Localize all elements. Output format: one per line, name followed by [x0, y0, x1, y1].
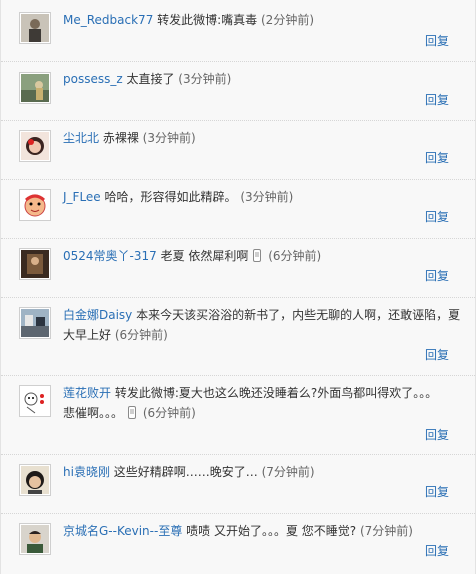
comment-user-link[interactable]: hi袁晓刚 — [63, 465, 110, 479]
avatar-photo-dark-icon — [21, 250, 49, 278]
reply-button[interactable]: 回复 — [425, 483, 449, 500]
comment-time: (3分钟前) — [138, 131, 196, 145]
reply-button[interactable]: 回复 — [425, 426, 449, 443]
reply-button[interactable]: 回复 — [425, 542, 449, 559]
list-item: hi袁晓刚 这些好精辟啊……晚安了… (7分钟前) 回复 — [1, 455, 475, 514]
avatar-photo-room-icon — [21, 309, 49, 337]
reply-button[interactable]: 回复 — [425, 267, 449, 284]
comment-time: (3分钟前) — [236, 190, 294, 204]
reply-button[interactable]: 回复 — [425, 346, 449, 363]
avatar[interactable] — [19, 248, 51, 280]
list-item: J_FLee 哈哈，形容得如此精辟。 (3分钟前) 回复 — [1, 180, 475, 239]
avatar-photo-boy-icon — [21, 466, 49, 494]
avatar-photo-street-icon — [21, 74, 49, 102]
avatar-cartoon-face-icon — [21, 191, 49, 219]
comment-text: 赤裸裸 — [99, 131, 139, 145]
avatar-photo-man-icon — [21, 525, 49, 553]
list-item: 京城名G--Kevin--至尊 啧啧 又开始了。。。夏 您不睡觉? (7分钟前)… — [1, 514, 475, 574]
comment-user-link[interactable]: 京城名G--Kevin--至尊 — [63, 524, 182, 538]
list-item: Me_Redback77 转发此微博:嘴真毒 (2分钟前) 回复 — [1, 0, 475, 62]
comment-text: 哈哈，形容得如此精辟。 — [100, 190, 237, 204]
comment-list: Me_Redback77 转发此微博:嘴真毒 (2分钟前) 回复 possess… — [0, 0, 476, 574]
avatar[interactable] — [19, 12, 51, 44]
comment-text: 这些好精辟啊……晚安了… — [109, 465, 258, 479]
comment-text: 太直接了 — [122, 72, 175, 86]
list-item: possess_z 太直接了 (3分钟前) 回复 — [1, 62, 475, 121]
avatar-photo-person-icon — [21, 14, 49, 42]
comment-text: 转发此微博:夏大也这么晚还没睡着么?外面鸟都叫得欢了。。。悲催啊。。。 — [63, 386, 438, 420]
comment-time: (6分钟前) — [264, 249, 322, 263]
avatar-photo-girl-icon — [21, 132, 49, 160]
comment-time: (3分钟前) — [174, 72, 232, 86]
comment-user-link[interactable]: 莲花败开 — [63, 386, 111, 400]
reply-button[interactable]: 回复 — [425, 91, 449, 108]
mobile-phone-icon — [128, 406, 137, 419]
comment-text: 转发此微博:嘴真毒 — [153, 13, 258, 27]
comment-time: (2分钟前) — [257, 13, 315, 27]
comment-time: (7分钟前) — [356, 524, 413, 538]
avatar-sketch-icon — [21, 387, 49, 415]
reply-button[interactable]: 回复 — [425, 32, 449, 49]
avatar[interactable] — [19, 307, 51, 339]
avatar[interactable] — [19, 523, 51, 555]
reply-button[interactable]: 回复 — [425, 149, 449, 166]
list-item: 尘北北 赤裸裸 (3分钟前) 回复 — [1, 121, 475, 180]
comment-user-link[interactable]: 白金娜Daisy — [63, 308, 132, 322]
comment-time: (6分钟前) — [111, 328, 168, 342]
mobile-phone-icon — [253, 249, 262, 262]
comment-time: (6分钟前) — [139, 406, 196, 420]
list-item: 0524常奥丫-317 老夏 依然犀利啊 (6分钟前) 回复 — [1, 239, 475, 298]
avatar[interactable] — [19, 72, 51, 104]
comment-text: 老夏 依然犀利啊 — [156, 249, 249, 263]
comment-user-link[interactable]: Me_Redback77 — [63, 13, 153, 27]
comment-text: 啧啧 又开始了。。。夏 您不睡觉? — [182, 524, 357, 538]
comment-user-link[interactable]: 0524常奥丫-317 — [63, 249, 157, 263]
avatar[interactable] — [19, 130, 51, 162]
comment-user-link[interactable]: J_FLee — [63, 190, 101, 204]
avatar[interactable] — [19, 464, 51, 496]
list-item: 白金娜Daisy 本来今天该买浴浴的新书了，内些无聊的人啊，还敢诬陷，夏大早上好… — [1, 298, 475, 376]
avatar[interactable] — [19, 385, 51, 417]
comment-user-link[interactable]: possess_z — [63, 72, 123, 86]
reply-button[interactable]: 回复 — [425, 208, 449, 225]
list-item: 莲花败开 转发此微博:夏大也这么晚还没睡着么?外面鸟都叫得欢了。。。悲催啊。。。… — [1, 376, 475, 455]
comment-time: (7分钟前) — [257, 465, 315, 479]
avatar[interactable] — [19, 189, 51, 221]
comment-user-link[interactable]: 尘北北 — [63, 131, 99, 145]
